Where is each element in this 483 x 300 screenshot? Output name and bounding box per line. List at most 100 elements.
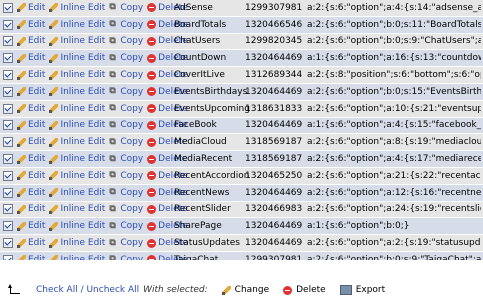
serialized-value: a:2:{s:6:"option";b:0;s:15:"EventsBirthd… — [307, 86, 481, 97]
edit-link[interactable]: Edit — [17, 70, 45, 80]
inline-edit-link[interactable]: Inline Edit — [49, 154, 105, 164]
pencil-icon — [49, 3, 59, 13]
row-checkbox[interactable] — [3, 154, 13, 165]
copy-link[interactable]: ⧉ Copy — [109, 104, 143, 114]
inline-edit-link[interactable]: Inline Edit — [49, 70, 105, 80]
inline-edit-label: Inline Edit — [60, 221, 106, 232]
pencil-icon — [49, 171, 59, 181]
edit-link[interactable]: Edit — [17, 154, 45, 164]
pencil-icon — [49, 255, 59, 260]
copy-link[interactable]: ⧉ Copy — [109, 53, 143, 63]
table-row: Edit Inline Edit ⧉ Copy Delete CoverItLi… — [0, 67, 483, 84]
pencil-icon — [17, 255, 26, 260]
edit-link[interactable]: Edit — [17, 137, 45, 147]
change-label: Change — [234, 285, 270, 295]
variable-name: AdSense — [174, 2, 213, 13]
inline-edit-link[interactable]: Inline Edit — [49, 204, 105, 214]
edit-link[interactable]: Edit — [17, 20, 45, 30]
row-checkbox[interactable] — [3, 103, 13, 114]
inline-edit-link[interactable]: Inline Edit — [49, 20, 105, 30]
inline-edit-link[interactable]: Inline Edit — [49, 53, 105, 63]
delete-selected-button[interactable]: Delete — [283, 285, 326, 295]
row-checkbox[interactable] — [3, 120, 13, 131]
edit-link[interactable]: Edit — [17, 204, 45, 214]
row-checkbox[interactable] — [3, 238, 13, 249]
inline-edit-link[interactable]: Inline Edit — [49, 171, 105, 181]
edit-link[interactable]: Edit — [17, 104, 45, 114]
row-checkbox[interactable] — [3, 70, 13, 81]
copy-link[interactable]: ⧉ Copy — [109, 154, 143, 164]
inline-edit-link[interactable]: Inline Edit — [49, 120, 105, 130]
inline-edit-link[interactable]: Inline Edit — [49, 221, 105, 231]
row-checkbox[interactable] — [3, 254, 13, 260]
edit-link[interactable]: Edit — [17, 3, 45, 13]
row-checkbox[interactable] — [3, 53, 13, 64]
copy-icon: ⧉ — [109, 2, 116, 13]
check-all-link[interactable]: Check All / Uncheck All — [36, 285, 139, 295]
pencil-icon — [17, 104, 26, 114]
copy-label: Copy — [120, 204, 144, 215]
inline-edit-link[interactable]: Inline Edit — [49, 255, 105, 260]
edit-link[interactable]: Edit — [17, 238, 45, 248]
copy-label: Copy — [120, 120, 144, 131]
edit-link[interactable]: Edit — [17, 171, 45, 181]
copy-link[interactable]: ⧉ Copy — [109, 171, 143, 181]
edit-link[interactable]: Edit — [17, 53, 45, 63]
change-selected-button[interactable]: Change — [221, 285, 270, 295]
copy-icon: ⧉ — [109, 153, 116, 164]
row-checkbox[interactable] — [3, 2, 13, 13]
edit-link[interactable]: Edit — [17, 36, 45, 46]
copy-link[interactable]: ⧉ Copy — [109, 238, 143, 248]
edit-link[interactable]: Edit — [17, 188, 45, 198]
edit-link[interactable]: Edit — [17, 87, 45, 97]
inline-edit-link[interactable]: Inline Edit — [49, 104, 105, 114]
copy-link[interactable]: ⧉ Copy — [109, 3, 143, 13]
table-row: Edit Inline Edit ⧉ Copy Delete BoardTota… — [0, 16, 483, 34]
row-checkbox[interactable] — [3, 19, 13, 30]
copy-link[interactable]: ⧉ Copy — [109, 221, 143, 231]
table-row: Edit Inline Edit ⧉ Copy Delete SharePage… — [0, 218, 483, 236]
row-checkbox[interactable] — [3, 36, 13, 47]
copy-label: Copy — [120, 221, 144, 232]
copy-link[interactable]: ⧉ Copy — [109, 188, 143, 198]
inline-edit-link[interactable]: Inline Edit — [49, 87, 105, 97]
serialized-value: a:2:{s:6:"option";a:12:{s:16:"recentnews… — [307, 187, 481, 198]
timestamp: 1320465250 — [245, 170, 303, 181]
copy-link[interactable]: ⧉ Copy — [109, 20, 143, 30]
row-checkbox[interactable] — [3, 170, 13, 181]
delete-label: Delete — [296, 285, 326, 295]
serialized-value: a:2:{s:6:"option";a:10:{s:21:"eventsupco… — [307, 103, 481, 114]
row-checkbox[interactable] — [3, 204, 13, 215]
copy-link[interactable]: ⧉ Copy — [109, 87, 143, 97]
edit-link[interactable]: Edit — [17, 120, 45, 130]
copy-icon: ⧉ — [109, 203, 116, 214]
pencil-icon — [17, 188, 26, 198]
inline-edit-link[interactable]: Inline Edit — [49, 238, 105, 248]
inline-edit-link[interactable]: Inline Edit — [49, 3, 105, 13]
inline-edit-label: Inline Edit — [60, 86, 106, 97]
inline-edit-link[interactable]: Inline Edit — [49, 36, 105, 46]
copy-link[interactable]: ⧉ Copy — [109, 137, 143, 147]
copy-link[interactable]: ⧉ Copy — [109, 36, 143, 46]
delete-icon — [147, 238, 157, 248]
timestamp: 1299820345 — [245, 36, 303, 47]
copy-link[interactable]: ⧉ Copy — [109, 255, 143, 260]
row-checkbox[interactable] — [3, 187, 13, 198]
inline-edit-link[interactable]: Inline Edit — [49, 188, 105, 198]
copy-link[interactable]: ⧉ Copy — [109, 120, 143, 130]
edit-link[interactable]: Edit — [17, 221, 45, 231]
pencil-icon — [17, 70, 26, 80]
inline-edit-link[interactable]: Inline Edit — [49, 137, 105, 147]
copy-icon: ⧉ — [109, 86, 116, 97]
copy-link[interactable]: ⧉ Copy — [109, 70, 143, 80]
copy-link[interactable]: ⧉ Copy — [109, 204, 143, 214]
export-selected-button[interactable]: Export — [339, 285, 385, 295]
pencil-icon — [49, 137, 59, 147]
edit-link[interactable]: Edit — [17, 255, 45, 260]
variable-name: BoardTotals — [174, 19, 227, 30]
row-checkbox[interactable] — [3, 137, 13, 148]
variable-name: TaigaChat — [174, 254, 219, 260]
row-checkbox[interactable] — [3, 221, 13, 232]
row-checkbox[interactable] — [3, 86, 13, 97]
copy-icon: ⧉ — [109, 170, 116, 181]
